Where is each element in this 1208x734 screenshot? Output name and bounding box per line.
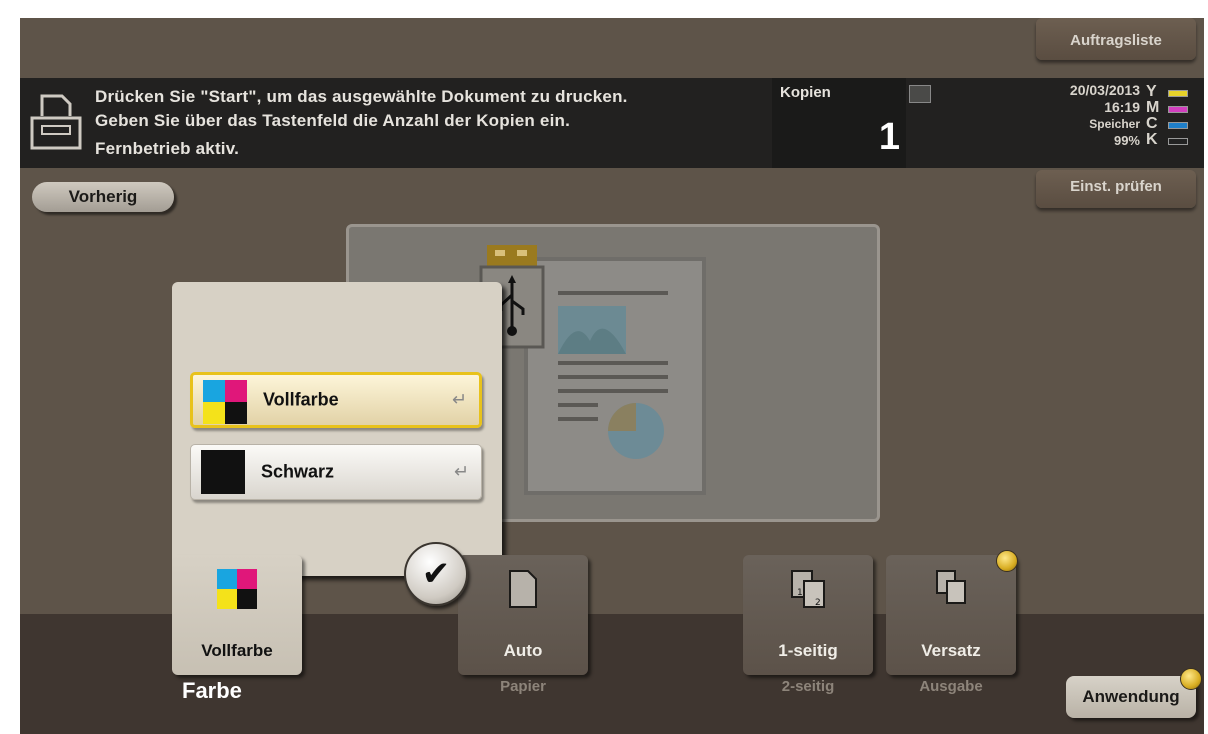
back-button[interactable]: Vorherig — [32, 182, 174, 212]
message-line-1: Drücken Sie "Start", um das ausgewählte … — [95, 87, 628, 106]
paper-category-label: Papier — [500, 678, 546, 695]
copies-count: 1 — [878, 116, 900, 158]
toner-letter: K — [1146, 131, 1158, 148]
function-value: Auto — [503, 641, 543, 660]
network-icon — [909, 85, 931, 103]
duplex-function-button[interactable]: 1 2 1-seitig — [743, 555, 873, 675]
cmyk-icon — [217, 569, 257, 609]
document-page-icon — [524, 257, 706, 495]
enter-icon: ↵ — [453, 461, 469, 483]
memory-label: Speicher — [1089, 117, 1140, 131]
duplex-category-label: 2-seitig — [781, 678, 835, 695]
job-list-button[interactable]: Auftragsliste — [1036, 18, 1196, 60]
output-category-label: Ausgabe — [919, 678, 983, 695]
application-button[interactable]: Anwendung — [1066, 676, 1196, 718]
function-value: Vollfarbe — [201, 641, 273, 660]
changed-indicator-icon — [1180, 668, 1202, 690]
status-time: 16:19 — [1104, 99, 1140, 115]
copier-screen: << ◆ >> Auftragsliste Drücken Sie "Start… — [10, 10, 1206, 734]
duplex-icon: 1 2 — [791, 570, 825, 608]
message-line-2: Geben Sie über das Tastenfeld die Anzahl… — [95, 111, 571, 130]
message-bar: Drücken Sie "Start", um das ausgewählte … — [10, 78, 1206, 168]
message-line-3: Fernbetrieb aktiv. — [95, 139, 240, 158]
svg-text:1: 1 — [797, 588, 803, 598]
printer-icon — [30, 94, 82, 150]
toner-level-icon — [1168, 122, 1188, 129]
check-settings-button[interactable]: Einst. prüfen — [1036, 170, 1196, 208]
color-selection-popup: Vollfarbe ↵ Schwarz ↵ — [172, 282, 502, 576]
paper-icon — [509, 570, 537, 608]
toner-level-icon — [1168, 138, 1188, 145]
function-value: 1-seitig — [778, 641, 838, 660]
changed-indicator-icon — [996, 550, 1018, 572]
checkmark-icon[interactable]: ✔ — [404, 542, 468, 606]
copies-display: Kopien 1 — [772, 78, 906, 168]
paper-function-button[interactable]: Auto — [458, 555, 588, 675]
toner-black: K — [1146, 131, 1196, 149]
option-full-color[interactable]: Vollfarbe ↵ — [190, 372, 482, 428]
color-category-label: Farbe — [182, 678, 242, 703]
frame-edge — [10, 10, 20, 734]
device-status: 20/03/2013 16:19 Speicher 99% Y M C K — [1034, 82, 1200, 166]
copies-label: Kopien — [780, 84, 831, 101]
cmyk-icon — [203, 380, 247, 424]
black-square-icon — [201, 450, 245, 494]
option-black[interactable]: Schwarz ↵ — [190, 444, 482, 500]
toner-level-icon — [1168, 106, 1188, 113]
enter-icon: ↵ — [451, 389, 467, 411]
frame-edge — [1204, 10, 1206, 734]
memory-percent: 99% — [1113, 133, 1140, 148]
color-function-button[interactable]: Vollfarbe — [172, 555, 302, 675]
status-date: 20/03/2013 — [1069, 82, 1140, 98]
option-label: Schwarz — [261, 461, 335, 482]
offset-icon — [936, 570, 966, 604]
function-value: Versatz — [921, 641, 981, 660]
option-label: Vollfarbe — [263, 389, 339, 410]
frame-edge — [10, 10, 1206, 18]
toner-level-icon — [1168, 90, 1188, 97]
svg-text:2: 2 — [815, 598, 821, 608]
output-function-button[interactable]: Versatz — [886, 555, 1016, 675]
